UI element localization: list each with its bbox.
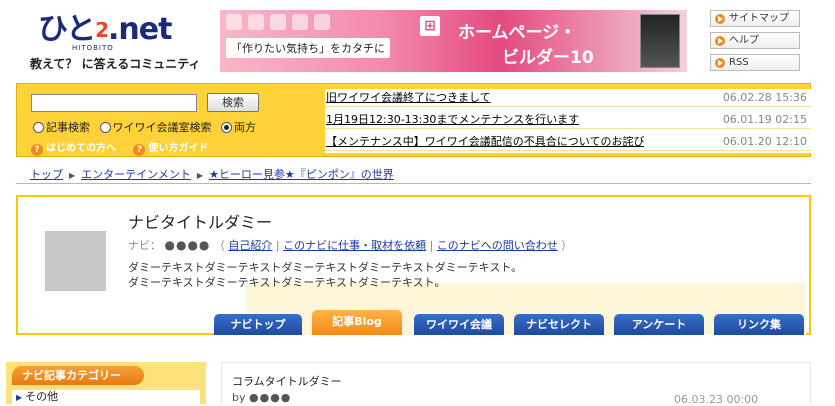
avatar xyxy=(45,231,106,291)
tab-survey[interactable]: アンケート xyxy=(614,314,704,335)
radio-rooms-control[interactable] xyxy=(99,122,111,133)
column-title[interactable]: コラムタイトルダミー xyxy=(232,373,342,389)
arrow-icon: ▶ xyxy=(16,393,23,402)
tab-links[interactable]: リンク集 xyxy=(714,314,804,335)
column-date: 06.03.23 00:00 xyxy=(674,393,759,406)
sitemap-button[interactable]: サイトマップ xyxy=(710,10,800,27)
news-date: 06.01.19 02:15 xyxy=(722,113,807,126)
navi-description-line: ダミーテキストダミーテキストダミーテキストダミーテキスト。 xyxy=(128,276,446,289)
radio-articles[interactable]: 記事検索 xyxy=(33,121,90,134)
arrow-circle-icon xyxy=(715,58,725,68)
radio-rooms-label: ワイワイ会議室検索 xyxy=(112,121,212,134)
logo-two: 2 xyxy=(95,18,109,42)
navi-description: ダミーテキストダミーテキストダミーテキストダミーテキストダミーテキスト。 ダミー… xyxy=(128,260,522,290)
category-item[interactable]: ▶ その他 xyxy=(12,390,200,404)
news-item: 旧ワイワイ会議終了につきまして 06.02.28 15:36 xyxy=(325,89,811,107)
arrow-circle-icon xyxy=(715,14,725,24)
beginners-link[interactable]: はじめての方へ xyxy=(46,143,116,154)
column-author: by ●●●● xyxy=(232,391,291,404)
news-link[interactable]: 【メンテナンス中】ワイワイ会議配信の不具合についてのお詫び xyxy=(326,133,644,151)
tab-navi-select[interactable]: ナビセレクト xyxy=(514,314,604,335)
column-article: コラムタイトルダミー by ●●●● 06.03.23 00:00 xyxy=(221,362,811,406)
help-button[interactable]: ヘルプ xyxy=(710,32,800,49)
breadcrumb-arrow-icon: ▶ xyxy=(196,171,203,180)
navi-title: ナビタイトルダミー xyxy=(128,213,273,232)
tagline: 教えて？ に答えるコミュニティ xyxy=(30,57,201,71)
breadcrumb-top[interactable]: トップ xyxy=(30,168,63,181)
news-item: 1月19日12:30-13:30までメンテナンスを行います 06.01.19 0… xyxy=(325,111,811,129)
help-links: ? はじめての方へ ? 使い方ガイド xyxy=(31,139,222,156)
contact-navi-link[interactable]: このナビへの問い合わせ xyxy=(437,239,558,252)
navi-meta-label: ナビ： xyxy=(128,239,161,252)
banner-title-line1: ホームページ・ xyxy=(458,23,577,43)
tab-article-blog[interactable]: 記事Blog xyxy=(312,310,402,335)
request-work-link[interactable]: このナビに仕事・取材を依頼 xyxy=(283,239,426,252)
search-button[interactable]: 検索 xyxy=(207,93,259,112)
radio-both-control[interactable] xyxy=(221,122,232,133)
help-label: ヘルプ xyxy=(729,35,759,46)
radio-articles-label: 記事検索 xyxy=(46,121,90,134)
radio-both-label: 両方 xyxy=(234,121,256,134)
search-scope-options: 記事検索 ワイワイ会議室検索 両方 xyxy=(33,119,262,135)
radio-articles-control[interactable] xyxy=(33,122,44,133)
column-author-name: ●●●● xyxy=(249,391,292,404)
news-item: 【メンテナンス中】ワイワイ会議配信の不具合についてのお詫び 06.01.20 1… xyxy=(325,133,811,151)
banner-icons xyxy=(226,14,376,36)
breadcrumb-arrow-icon: ▶ xyxy=(69,171,76,180)
banner-logo-icon: ⊞ xyxy=(420,16,440,36)
tab-waiwai-meeting[interactable]: ワイワイ会議 xyxy=(414,314,504,335)
category-sidebar: ナビ記事カテゴリー ▶ その他 xyxy=(6,362,206,404)
news-link[interactable]: 旧ワイワイ会議終了につきまして xyxy=(326,89,491,107)
search-input[interactable] xyxy=(31,94,197,112)
product-box-image xyxy=(640,14,680,68)
arrow-circle-icon xyxy=(715,36,725,46)
news-date: 06.01.20 12:10 xyxy=(722,135,807,148)
divider xyxy=(16,183,811,184)
utility-links: サイトマップ ヘルプ RSS xyxy=(710,10,802,76)
rss-button[interactable]: RSS xyxy=(710,54,800,71)
logo-text: ひと xyxy=(38,12,96,47)
breadcrumb-current[interactable]: ★ヒーロー見参★『ピンポン』の世界 xyxy=(209,168,394,181)
tab-navi-top[interactable]: ナビトップ xyxy=(214,314,302,335)
question-icon: ? xyxy=(31,144,43,156)
navi-author: ●●●● xyxy=(164,238,211,252)
column-by-label: by xyxy=(232,391,246,404)
news-list: 旧ワイワイ会議終了につきまして 06.02.28 15:36 1月19日12:3… xyxy=(325,89,811,153)
radio-rooms[interactable]: ワイワイ会議室検索 xyxy=(99,121,212,134)
logo-mark: ひと2.net xyxy=(38,12,172,48)
navi-profile-panel: ナビタイトルダミー ナビ： ●●●● （ 自己紹介 | このナビに仕事・取材を依… xyxy=(16,195,811,335)
navi-meta: ナビ： ●●●● （ 自己紹介 | このナビに仕事・取材を依頼 | このナビへの… xyxy=(128,238,573,252)
ad-banner[interactable]: 「作りたい気持ち」をカタチに ⊞ ホームページ・ ビルダー10 xyxy=(220,10,687,72)
category-item-label: その他 xyxy=(25,390,59,403)
radio-both[interactable]: 両方 xyxy=(221,121,256,134)
usage-guide-link[interactable]: 使い方ガイド xyxy=(148,143,208,154)
breadcrumb: トップ ▶ エンターテインメント ▶ ★ヒーロー見参★『ピンポン』の世界 xyxy=(30,166,394,182)
sitemap-label: サイトマップ xyxy=(729,13,789,24)
banner-title-line2: ビルダー10 xyxy=(502,48,594,68)
logo-net: .net xyxy=(108,12,172,47)
banner-copy: 「作りたい気持ち」をカタチに xyxy=(226,38,390,58)
question-icon: ? xyxy=(133,144,146,156)
logo-subtext: HITOBITO xyxy=(72,44,114,52)
category-heading: ナビ記事カテゴリー xyxy=(12,366,144,385)
rss-label: RSS xyxy=(729,57,749,68)
self-intro-link[interactable]: 自己紹介 xyxy=(228,239,272,252)
news-link[interactable]: 1月19日12:30-13:30までメンテナンスを行います xyxy=(326,111,579,129)
navi-description-line: ダミーテキストダミーテキストダミーテキストダミーテキストダミーテキスト。 xyxy=(128,261,523,274)
news-date: 06.02.28 15:36 xyxy=(722,91,807,104)
breadcrumb-entertainment[interactable]: エンターテインメント xyxy=(81,168,191,181)
